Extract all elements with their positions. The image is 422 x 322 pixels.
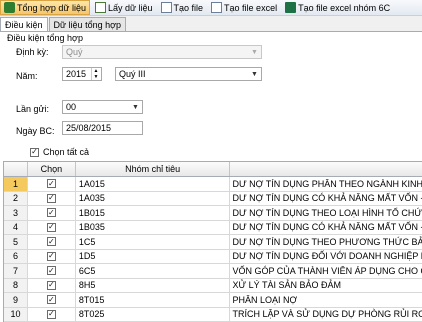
report-date-field[interactable]: 25/08/2015: [62, 121, 143, 135]
toolbar: Tổng hợp dữ liệu Lấy dữ liệu Tạo file Tạ…: [0, 0, 422, 16]
indicator-code: 1C5: [76, 235, 231, 249]
file-icon: [160, 2, 172, 13]
tab-strip: Điều kiện Dữ liệu tổng hợp: [0, 17, 127, 31]
indicator-name: DƯ NỢ TÍN DỤNG ĐỐI VỚI DOANH NGHIỆP NH: [232, 251, 422, 262]
row-number: 3: [4, 206, 28, 220]
table-row[interactable]: 2 ✓ 1A035 DƯ NỢ TÍN DỤNG CÓ KHẢ NĂNG MẤT VỐ…: [4, 191, 422, 206]
row-select-checkbox[interactable]: ✓: [28, 177, 76, 191]
table-row[interactable]: 1 ✓ 1A015 DƯ NỢ TÍN DỤNG PHÂN THEO NGÀNH KI…: [4, 177, 422, 192]
report-date-label: Ngày BC:: [16, 126, 55, 136]
indicator-code: 1B015: [76, 206, 231, 220]
row-number: 2: [4, 191, 28, 205]
table-row[interactable]: 9 ✓ 8T015 PHÂN LOẠI NỢ: [4, 293, 422, 308]
tab-conditions[interactable]: Điều kiện: [0, 17, 48, 31]
indicator-code: 1B035: [76, 220, 231, 234]
indicator-name: PHÂN LOẠI NỢ: [232, 294, 298, 305]
row-number: 6: [4, 249, 28, 263]
year-spinner[interactable]: 2015 ▲ ▼: [62, 67, 102, 81]
chevron-down-icon: ▼: [251, 70, 258, 78]
grid-header: Chọn Nhóm chỉ tiêu: [4, 162, 422, 177]
row-select-checkbox[interactable]: ✓: [28, 293, 76, 307]
indicator-code: 1A035: [76, 191, 231, 205]
checkmark-icon: ✓: [46, 178, 56, 189]
excel-icon: [285, 2, 297, 13]
send-select[interactable]: 00 ▼: [62, 100, 143, 114]
send-label: Lần gửi:: [16, 104, 50, 114]
indicator-name: DƯ NỢ TÍN DỤNG PHÂN THEO NGÀNH KINH T: [232, 178, 422, 189]
quarter-select[interactable]: Quý III ▼: [115, 67, 262, 81]
select-column-header[interactable]: Chọn: [28, 162, 76, 176]
row-select-checkbox[interactable]: ✓: [28, 235, 76, 249]
row-number: 10: [4, 307, 28, 321]
indicator-code: 1D5: [76, 249, 231, 263]
row-number-header: [4, 162, 28, 176]
create-excel-6c-button[interactable]: Tạo file excel nhóm 6C: [282, 0, 393, 15]
table-row[interactable]: 7 ✓ 6C5 VỐN GÓP CỦA THÀNH VIÊN ÁP DỤNG CHO …: [4, 264, 422, 279]
period-label: Định kỳ:: [16, 47, 49, 57]
indicator-name: DƯ NỢ TÍN DỤNG CÓ KHẢ NĂNG MẤT VỐN - N: [232, 193, 422, 204]
indicator-name: DƯ NỢ TÍN DỤNG CÓ KHẢ NĂNG MẤT VỐN - N: [232, 222, 422, 233]
row-number: 9: [4, 293, 28, 307]
table-row[interactable]: 8 ✓ 8H5 XỬ LÝ TÀI SẢN BẢO ĐẢM: [4, 278, 422, 293]
table-row[interactable]: 3 ✓ 1B015 DƯ NỢ TÍN DỤNG THEO LOẠI HÌNH TỔ …: [4, 206, 422, 221]
indicator-grid: Chọn Nhóm chỉ tiêu 1 ✓ 1A015 DƯ NỢ TÍN DỤNG…: [3, 161, 422, 322]
row-select-checkbox[interactable]: ✓: [28, 278, 76, 292]
checkmark-icon: ✓: [46, 193, 56, 203]
file-icon: [211, 2, 223, 13]
checkmark-icon: ✓: [46, 309, 56, 319]
checkmark-icon: ✓: [46, 294, 56, 305]
checkmark-icon: ✓: [46, 236, 56, 247]
tab-summary-data[interactable]: Dữ liệu tổng hợp: [48, 17, 126, 31]
chevron-down-icon: ▼: [251, 48, 258, 56]
table-row[interactable]: 4 ✓ 1B035 DƯ NỢ TÍN DỤNG CÓ KHẢ NĂNG MẤT VỐ…: [4, 220, 422, 235]
summarize-data-button[interactable]: Tổng hợp dữ liệu: [0, 0, 90, 15]
year-label: Năm:: [16, 71, 38, 81]
indicator-code: 8H5: [76, 278, 231, 292]
indicator-code: 1A015: [76, 177, 231, 191]
indicator-code: 8T015: [76, 293, 231, 307]
row-select-checkbox[interactable]: ✓: [28, 191, 76, 205]
conditions-group-label: Điều kiện tổng hợp: [7, 33, 83, 43]
indicator-name: DƯ NỢ TÍN DỤNG THEO PHƯƠNG THỨC BẢO: [232, 236, 422, 247]
table-row[interactable]: 10 ✓ 8T025 TRÍCH LẬP VÀ SỬ DỤNG DỰ PHÒNG RỦ…: [4, 307, 422, 322]
row-number: 7: [4, 264, 28, 278]
checkmark-icon: ✓: [46, 251, 56, 261]
checkmark-icon: ✓: [46, 222, 56, 232]
table-row[interactable]: 5 ✓ 1C5 DƯ NỢ TÍN DỤNG THEO PHƯƠNG THỨC BẢO: [4, 235, 422, 250]
create-excel-button[interactable]: Tạo file excel: [208, 0, 280, 15]
name-column-header[interactable]: [230, 162, 422, 176]
fetch-data-icon: [94, 2, 106, 13]
checkmark-icon: ✓: [30, 147, 39, 157]
checkmark-icon: ✓: [46, 265, 56, 276]
table-row[interactable]: 6 ✓ 1D5 DƯ NỢ TÍN DỤNG ĐỐI VỚI DOANH NGHIỆP…: [4, 249, 422, 264]
indicator-code: 6C5: [76, 264, 231, 278]
row-number: 5: [4, 235, 28, 249]
summary-icon: [4, 2, 15, 13]
group-column-header[interactable]: Nhóm chỉ tiêu: [76, 162, 231, 176]
create-file-button[interactable]: Tạo file: [158, 0, 207, 15]
indicator-name: TRÍCH LẬP VÀ SỬ DỤNG DỰ PHÒNG RỦI RO: [232, 309, 422, 320]
row-select-checkbox[interactable]: ✓: [28, 206, 76, 220]
chevron-down-icon: ▼: [132, 103, 139, 111]
checkmark-icon: ✓: [46, 280, 56, 290]
fetch-data-button[interactable]: Lấy dữ liệu: [92, 0, 156, 15]
row-number: 1: [4, 177, 28, 191]
row-select-checkbox[interactable]: ✓: [28, 264, 76, 278]
select-all-checkbox[interactable]: ✓ Chọn tất cả: [30, 147, 89, 157]
row-select-checkbox[interactable]: ✓: [28, 249, 76, 263]
row-select-checkbox[interactable]: ✓: [28, 220, 76, 234]
checkmark-icon: ✓: [46, 207, 56, 218]
row-number: 8: [4, 278, 28, 292]
row-select-checkbox[interactable]: ✓: [28, 307, 76, 321]
spinner-arrows-icon[interactable]: ▲ ▼: [91, 68, 100, 80]
indicator-name: XỬ LÝ TÀI SẢN BẢO ĐẢM: [232, 280, 342, 291]
row-number: 4: [4, 220, 28, 234]
indicator-code: 8T025: [76, 307, 231, 321]
period-select[interactable]: Quý ▼: [62, 45, 262, 59]
indicator-name: DƯ NỢ TÍN DỤNG THEO LOẠI HÌNH TỔ CHỨC: [232, 207, 422, 218]
indicator-name: VỐN GÓP CỦA THÀNH VIÊN ÁP DỤNG CHO QU: [232, 265, 422, 276]
